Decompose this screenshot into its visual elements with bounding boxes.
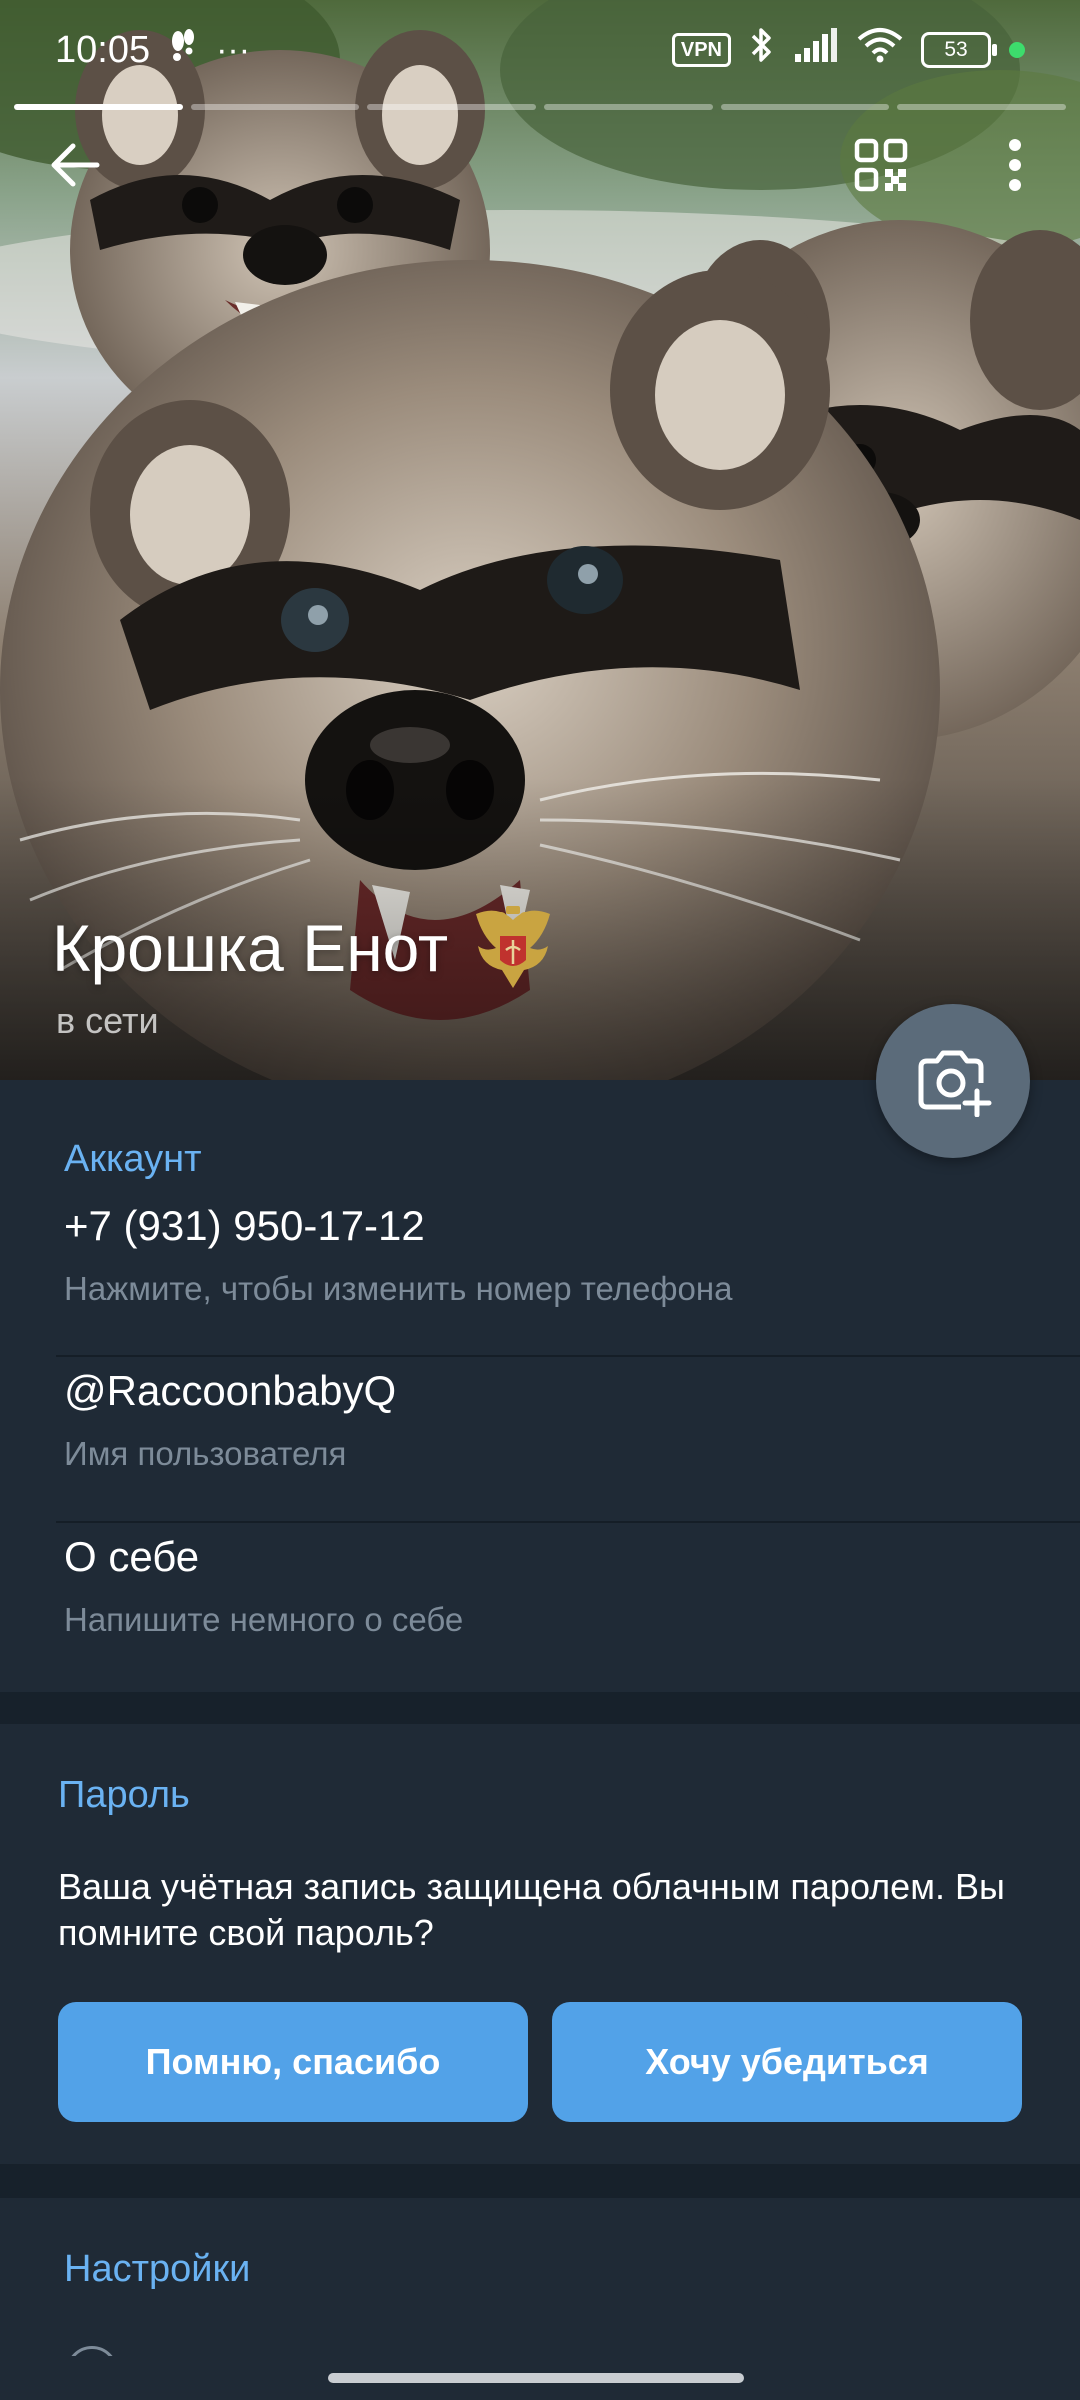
story-progress-segment <box>544 104 713 110</box>
back-arrow-icon <box>51 143 100 187</box>
story-progress-segment <box>190 104 360 110</box>
profile-photo-header[interactable]: 10:05 ··· VPN 53 Крошка Енот в сети <box>0 0 1080 1080</box>
username-hint: Имя пользователя <box>64 1435 347 1472</box>
add-photo-icon <box>918 1050 992 1117</box>
remember-password-button[interactable]: Помню, спасибо <box>58 2002 528 2122</box>
more-options-button[interactable] <box>970 120 1060 210</box>
story-progress-segment <box>367 104 537 110</box>
password-description: Ваша учётная запись защищена облачным па… <box>58 1866 1005 1953</box>
section-gap <box>0 2164 1080 2198</box>
vpn-badge: VPN <box>671 33 731 67</box>
section-gap <box>0 1692 1080 1724</box>
phone-hint: Нажмите, чтобы изменить номер телефона <box>64 1270 733 1307</box>
walking-icon <box>168 27 198 73</box>
signal-icon <box>793 28 839 72</box>
bio-label: О себе <box>64 1533 200 1580</box>
username-row[interactable]: @RaccoonbabyQ Имя пользователя <box>0 1357 1080 1521</box>
account-section-title: Аккаунт <box>64 1138 202 1180</box>
home-gesture-handle[interactable] <box>328 2373 744 2383</box>
qr-code-button[interactable] <box>836 120 926 210</box>
username-value: @RaccoonbabyQ <box>64 1367 397 1414</box>
story-progress <box>14 104 1067 110</box>
profile-online-status: в сети <box>56 1000 159 1041</box>
password-section: Пароль Ваша учётная запись защищена обла… <box>0 1724 1080 2164</box>
status-left: 10:05 ··· <box>55 27 250 73</box>
status-bar: 10:05 ··· VPN 53 <box>0 0 1080 100</box>
password-section-title: Пароль <box>58 1774 190 1816</box>
status-right: VPN 53 <box>671 26 1025 74</box>
story-progress-segment <box>720 104 890 110</box>
battery-indicator: 53 <box>921 32 997 68</box>
bluetooth-icon <box>749 26 775 74</box>
account-section: Аккаунт +7 (931) 950-17-12 Нажмите, чтоб… <box>0 1080 1080 1692</box>
profile-name: Крошка Енот <box>52 911 449 985</box>
wifi-icon <box>857 27 903 73</box>
top-action-bar <box>0 120 1080 220</box>
story-progress-segment <box>14 104 183 110</box>
phone-number: +7 (931) 950-17-12 <box>64 1202 425 1249</box>
qr-code-icon <box>854 138 908 192</box>
back-button[interactable] <box>30 120 120 210</box>
overflow-dots: ··· <box>216 30 251 69</box>
more-vert-icon <box>1009 139 1021 191</box>
bio-row[interactable]: О себе Напишите немного о себе <box>0 1523 1080 1689</box>
profile-screen: 10:05 ··· VPN 53 Крошка Енот в сети Акка… <box>0 0 1080 2400</box>
verify-password-button[interactable]: Хочу убедиться <box>552 2002 1022 2122</box>
set-photo-button[interactable] <box>876 1004 1030 1158</box>
settings-section-title: Настройки <box>64 2248 251 2290</box>
status-time: 10:05 <box>55 28 151 71</box>
emoji-status-emblem-icon[interactable] <box>468 900 558 996</box>
phone-row[interactable]: +7 (931) 950-17-12 Нажмите, чтобы измени… <box>0 1190 1080 1354</box>
privacy-indicator-dot <box>1009 42 1025 58</box>
profile-name-row: Крошка Енот <box>52 900 558 996</box>
bio-hint: Напишите немного о себе <box>64 1601 464 1638</box>
story-progress-segment <box>897 104 1067 110</box>
